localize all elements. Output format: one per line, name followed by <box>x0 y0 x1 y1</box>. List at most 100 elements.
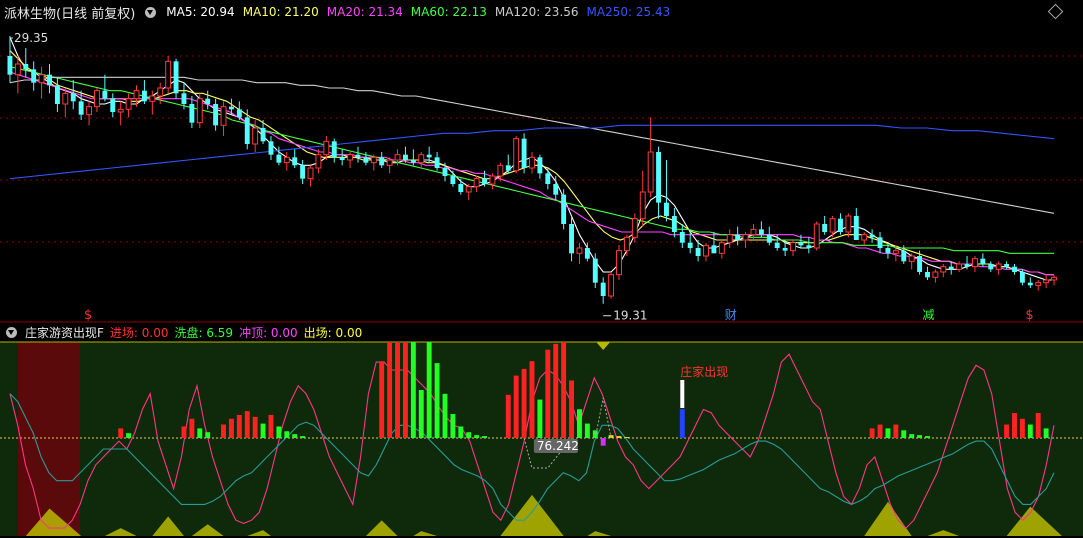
indicator-bar <box>236 414 242 438</box>
candle-body <box>639 191 646 220</box>
indicator-bar <box>252 416 258 438</box>
indicator-bar <box>537 399 543 438</box>
candle-body <box>718 242 725 254</box>
candle-body <box>62 92 69 105</box>
candle-body <box>616 250 622 276</box>
candles <box>7 36 1057 304</box>
candle-body <box>434 157 440 168</box>
candle-body <box>173 61 179 94</box>
indicator-bar <box>1019 418 1025 438</box>
candle-body <box>54 85 60 104</box>
chart-canvas[interactable]: 29.35 19.31 $ 财 减 $ 庄家出现 76.242 <box>0 0 1083 538</box>
marker-jian[interactable]: 减 <box>922 308 934 322</box>
marker-dollar-1[interactable]: $ <box>84 308 92 323</box>
candle-body <box>47 74 52 86</box>
candle-body <box>31 69 37 83</box>
candle-body <box>228 106 234 110</box>
candle-body <box>735 234 741 240</box>
indicator-bar <box>584 423 590 438</box>
low-price-label: 19.31 <box>613 309 647 323</box>
candle-body <box>196 98 203 124</box>
candle-body <box>631 218 638 238</box>
candle-body <box>513 138 520 172</box>
indicator-bar <box>450 414 456 438</box>
candle-body <box>283 156 290 164</box>
candle-body <box>23 64 29 70</box>
candle-body <box>932 271 939 278</box>
indicator-bar <box>600 438 606 446</box>
candle-body <box>600 282 606 296</box>
candle-body <box>877 237 883 248</box>
indicator-bar <box>616 436 622 438</box>
candle-body <box>892 250 899 254</box>
marker-dollar-2[interactable]: $ <box>1025 308 1033 323</box>
candle-body <box>988 264 994 270</box>
candle-body <box>465 186 472 193</box>
indicator-bar <box>276 426 282 438</box>
candle-body <box>569 224 575 254</box>
candle-body <box>869 234 875 238</box>
indicator-bar <box>118 428 124 438</box>
candle-body <box>7 56 13 75</box>
candle-body <box>268 141 274 155</box>
indicator-bar <box>1027 424 1033 438</box>
high-price-label: 29.35 <box>14 31 48 45</box>
indicator-bar <box>458 426 464 438</box>
indicator-bar <box>197 428 203 438</box>
candle-body <box>1012 266 1017 272</box>
indicator-bar <box>434 363 440 438</box>
candle-body <box>363 157 369 163</box>
candle-body <box>426 154 432 158</box>
candle-body <box>980 258 986 264</box>
candle-body <box>1051 276 1057 281</box>
candle-body <box>901 250 907 262</box>
candle-body <box>750 228 757 236</box>
candle-body <box>181 93 187 104</box>
candle-body <box>70 93 76 102</box>
indicator-bar <box>228 418 234 438</box>
candle-body <box>157 87 164 97</box>
signal-label: 庄家出现 <box>680 364 728 379</box>
indicator-bar <box>513 375 519 438</box>
candle-body <box>165 60 172 89</box>
indicator-bar <box>126 433 132 438</box>
indicator-bar <box>410 342 416 438</box>
marker-cai[interactable]: 财 <box>725 308 737 322</box>
highlight-zone <box>18 342 80 536</box>
candle-body <box>323 140 330 156</box>
candle-body <box>276 154 282 163</box>
candle-body <box>623 236 630 252</box>
candle-body <box>885 248 891 254</box>
indicator-bar <box>893 424 899 438</box>
candle-body <box>482 178 487 184</box>
candle-body <box>790 242 796 252</box>
candle-body <box>339 157 345 160</box>
candle-body <box>647 151 654 193</box>
candle-body <box>822 224 828 232</box>
candle-body <box>853 216 859 240</box>
candle-body <box>813 223 820 249</box>
candle-body <box>758 229 764 235</box>
candle-body <box>703 244 709 257</box>
candle-body <box>971 258 978 268</box>
indicator-bar <box>181 426 187 438</box>
candle-body <box>671 216 677 232</box>
indicator-bar <box>268 414 274 438</box>
candle-body <box>584 248 590 259</box>
indicator-bar <box>505 394 511 438</box>
candle-body <box>964 264 970 267</box>
candle-body <box>220 106 227 126</box>
candle-body <box>561 194 567 224</box>
candle-body <box>529 156 535 169</box>
candle-body <box>806 245 812 248</box>
candle-body <box>252 127 259 145</box>
candle-body <box>505 165 511 171</box>
indicator-bar <box>466 432 472 438</box>
candle-body <box>829 218 836 233</box>
indicator-bar <box>426 342 432 438</box>
candle-body <box>948 266 954 270</box>
candle-body <box>711 245 717 254</box>
candle-body <box>379 157 385 166</box>
candle-body <box>861 234 868 241</box>
candle-body <box>782 248 788 251</box>
